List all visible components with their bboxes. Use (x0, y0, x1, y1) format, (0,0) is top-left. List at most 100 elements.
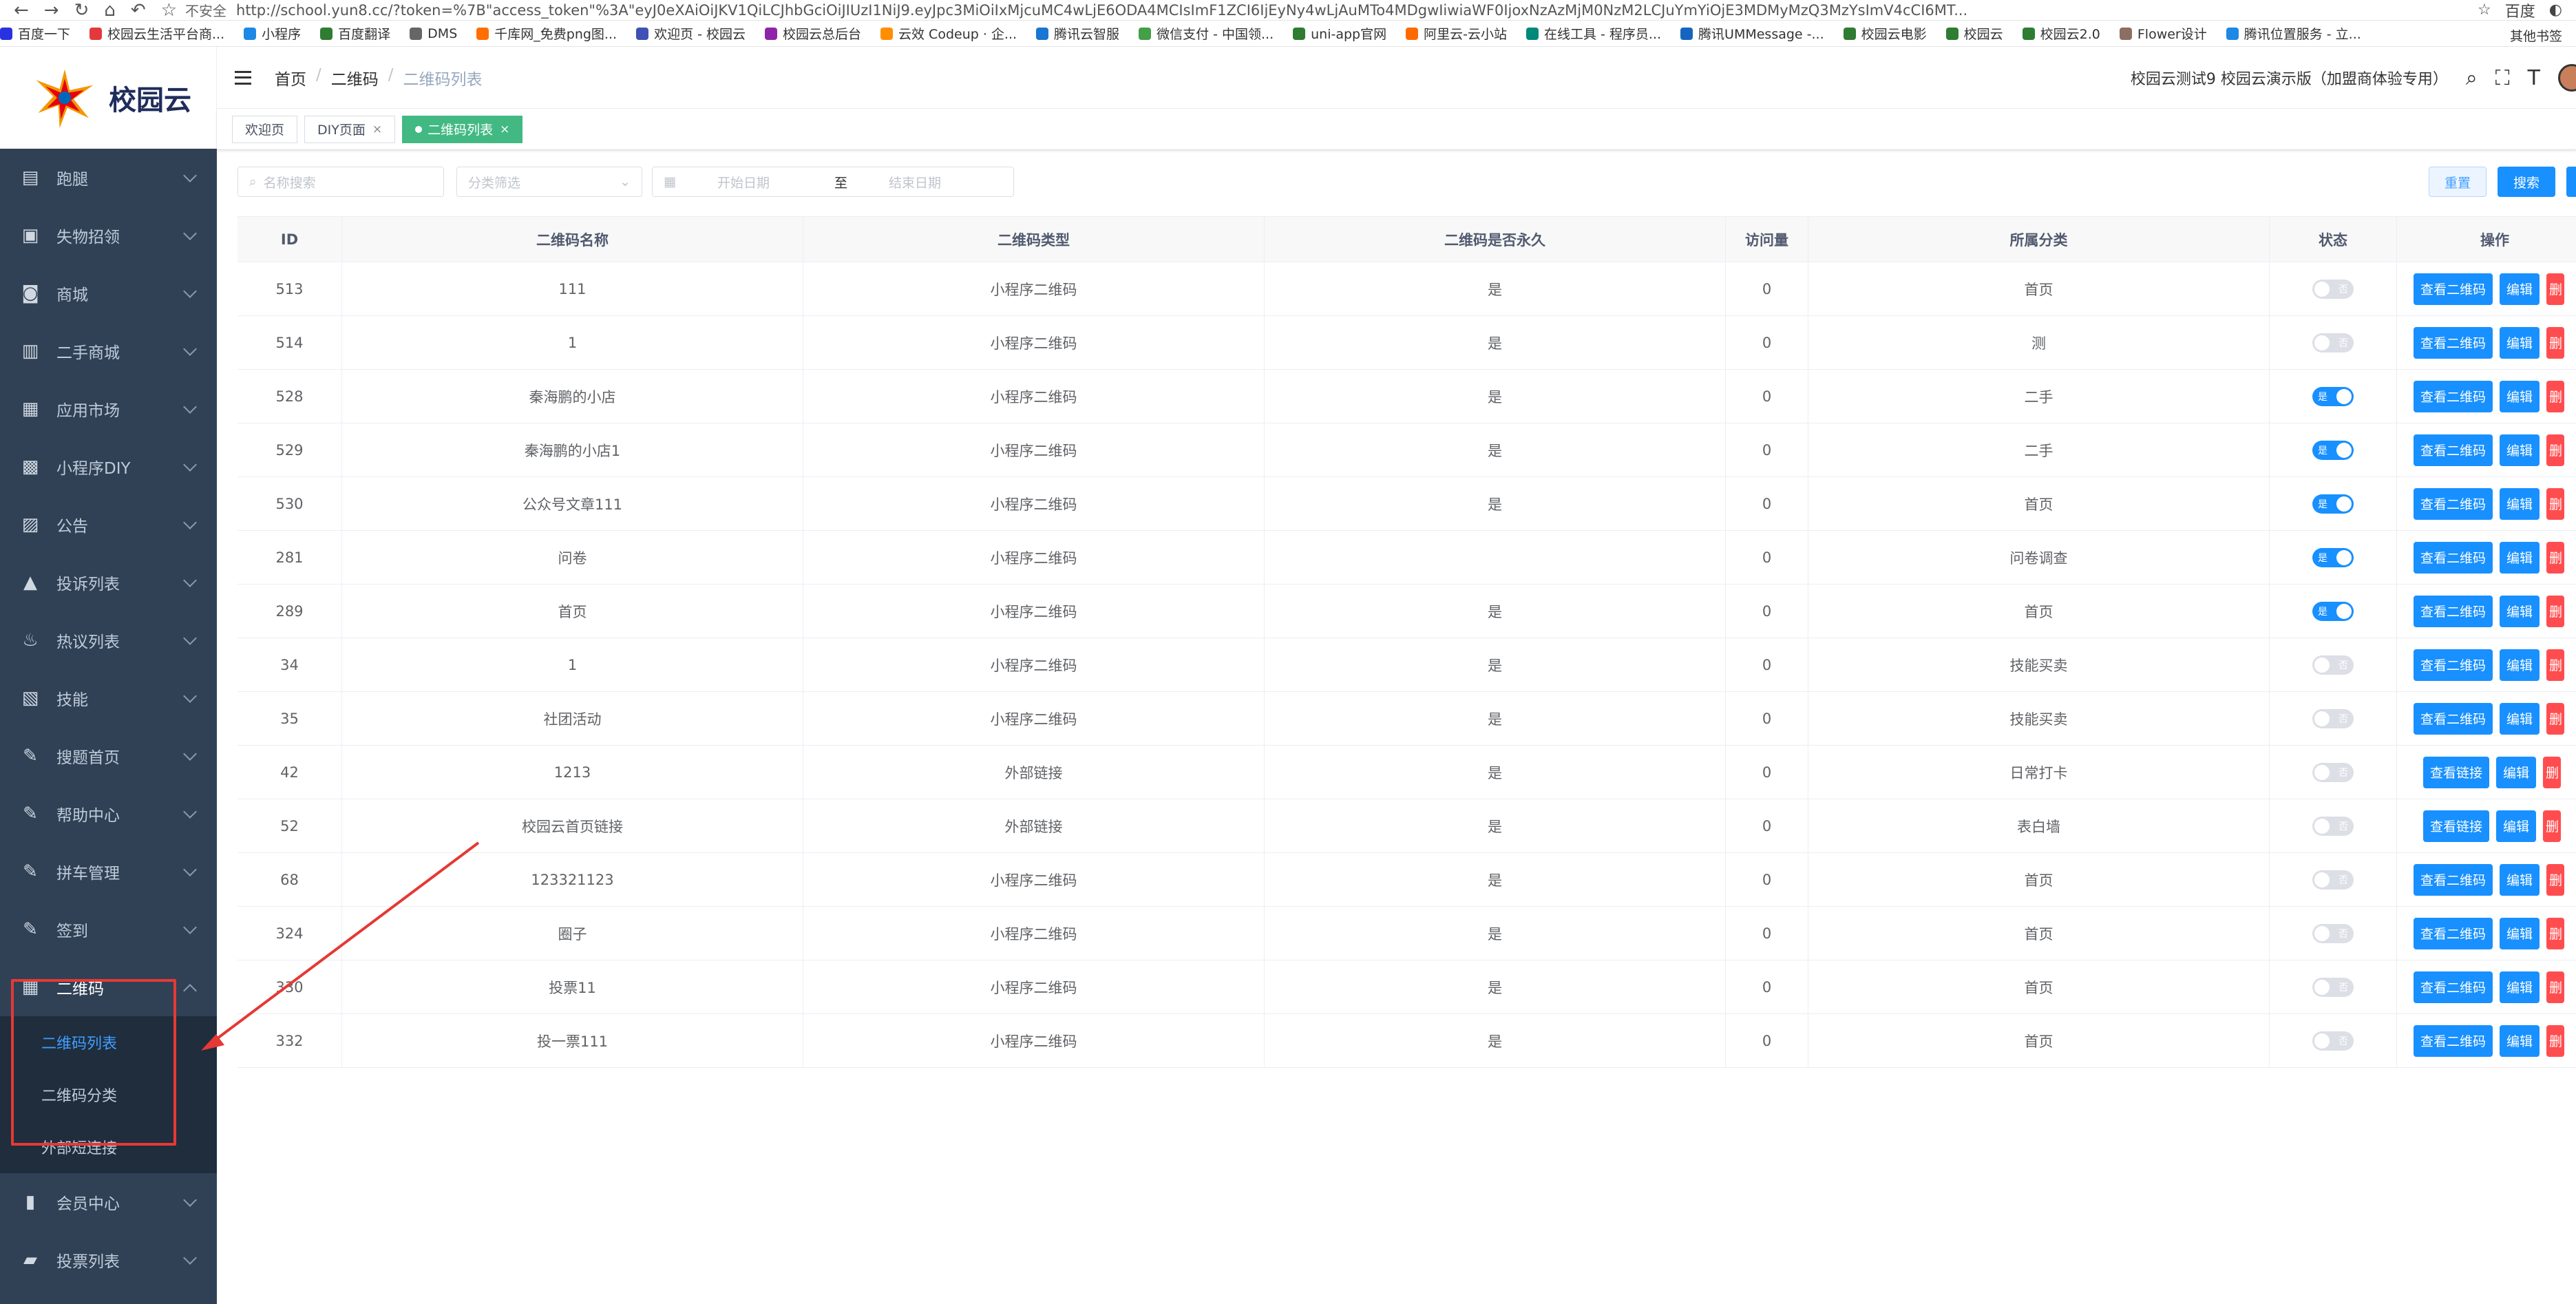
sidebar-item[interactable]: ▩ 小程序DIY (0, 438, 217, 496)
tab-1[interactable]: DIY页面 × (304, 115, 396, 143)
delete-button[interactable]: 删 (2546, 380, 2565, 412)
status-switch[interactable]: 是 (2312, 440, 2354, 460)
delete-button[interactable]: 删 (2546, 326, 2565, 359)
breadcrumb-home[interactable]: 首页 (275, 66, 306, 90)
view-qrcode-button[interactable]: 查看二维码 (2414, 326, 2493, 359)
view-qrcode-button[interactable]: 查看二维码 (2414, 917, 2493, 949)
sidebar-item[interactable]: ▰ 投票列表 (0, 1231, 217, 1289)
profile-icon[interactable]: ◐ (2549, 1, 2562, 19)
undo-icon[interactable]: ↶ (131, 0, 146, 21)
bookmark-star-icon[interactable]: ☆ (2478, 1, 2491, 19)
edit-button[interactable]: 编辑 (2500, 380, 2540, 412)
bookmark-item[interactable]: 欢迎页 - 校园云 (636, 24, 746, 43)
status-switch[interactable]: 否 (2312, 279, 2354, 299)
view-qrcode-button[interactable]: 查看二维码 (2414, 971, 2493, 1003)
close-icon[interactable]: × (372, 123, 382, 136)
sidebar-item[interactable]: ▦ 二维码 (0, 958, 217, 1016)
view-qrcode-button[interactable]: 查看二维码 (2414, 541, 2493, 574)
sidebar-item[interactable]: ▨ 公告 (0, 496, 217, 554)
bookmark-item[interactable]: 千库网_免费png图... (476, 24, 617, 43)
edit-button[interactable]: 编辑 (2500, 702, 2540, 735)
edit-button[interactable]: 编辑 (2500, 541, 2540, 574)
home-icon[interactable]: ⌂ (104, 0, 116, 21)
tab-0[interactable]: 欢迎页 (232, 115, 298, 143)
edit-button[interactable]: 编辑 (2500, 595, 2540, 627)
submenu-item[interactable]: 二维码分类 (0, 1069, 217, 1121)
avatar[interactable] (2558, 64, 2576, 92)
sidebar-item[interactable]: ✎ 帮助中心 (0, 785, 217, 843)
view-qrcode-button[interactable]: 查看二维码 (2414, 434, 2493, 466)
bookmark-item[interactable]: 校园云生活平台商... (89, 24, 224, 43)
back-icon[interactable]: ← (14, 0, 29, 21)
name-search-input[interactable]: ⌕ 名称搜索 (237, 167, 444, 197)
view-qrcode-button[interactable]: 查看二维码 (2414, 649, 2493, 681)
delete-button[interactable]: 删 (2546, 917, 2565, 949)
sidebar-item[interactable]: ▧ 技能 (0, 669, 217, 727)
edit-button[interactable]: 编辑 (2500, 863, 2540, 896)
status-switch[interactable]: 是 (2312, 547, 2354, 567)
bookmark-item[interactable]: 腾讯UMMessage -... (1680, 24, 1824, 43)
fullscreen-icon[interactable]: ⛶ (2495, 66, 2510, 90)
star-icon[interactable]: ☆ (161, 0, 177, 21)
view-qrcode-button[interactable]: 查看链接 (2423, 810, 2490, 842)
reload-icon[interactable]: ↻ (74, 0, 89, 21)
status-switch[interactable]: 否 (2312, 655, 2354, 675)
view-qrcode-button[interactable]: 查看二维码 (2414, 380, 2493, 412)
bookmark-item[interactable]: 腾讯云智服 (1036, 24, 1119, 43)
search-icon[interactable]: ⌕ (2466, 66, 2478, 90)
status-switch[interactable]: 是 (2312, 386, 2354, 406)
delete-button[interactable]: 删 (2543, 810, 2562, 842)
breadcrumb-qrcode[interactable]: 二维码 (331, 66, 379, 90)
sidebar-item[interactable]: ♨ 热议列表 (0, 611, 217, 669)
bookmark-item[interactable]: 阿里云-云小站 (1406, 24, 1507, 43)
edit-button[interactable]: 编辑 (2500, 273, 2540, 305)
category-select[interactable]: 分类筛选 ⌄ (456, 167, 642, 197)
view-qrcode-button[interactable]: 查看二维码 (2414, 273, 2493, 305)
forward-icon[interactable]: → (44, 0, 59, 21)
bookmark-item[interactable]: 百度一下 (0, 24, 70, 43)
edit-button[interactable]: 编辑 (2500, 434, 2540, 466)
sidebar-item[interactable]: ▣ 失物招领 (0, 207, 217, 264)
delete-button[interactable]: 删 (2546, 434, 2565, 466)
view-qrcode-button[interactable]: 查看二维码 (2414, 487, 2493, 520)
search-engine-label[interactable]: 百度 (2505, 0, 2535, 21)
tab-2[interactable]: 二维码列表 × (402, 115, 523, 143)
delete-button[interactable]: 删 (2546, 541, 2565, 574)
date-range-picker[interactable]: ▦ 开始日期 至 结束日期 (652, 167, 1014, 197)
bookmark-item[interactable]: uni-app官网 (1293, 24, 1386, 43)
status-switch[interactable]: 是 (2312, 494, 2354, 514)
sidebar-item[interactable]: ▦ 应用市场 (0, 380, 217, 438)
status-switch[interactable]: 否 (2312, 870, 2354, 890)
edit-button[interactable]: 编辑 (2496, 810, 2537, 842)
view-qrcode-button[interactable]: 查看二维码 (2414, 702, 2493, 735)
sidebar-item[interactable]: ✎ 拼车管理 (0, 843, 217, 901)
status-switch[interactable]: 是 (2312, 601, 2354, 621)
submenu-item[interactable]: 二维码列表 (0, 1016, 217, 1069)
bookmark-item[interactable]: 校园云电影 (1843, 24, 1927, 43)
add-button[interactable] (2566, 167, 2576, 197)
status-switch[interactable]: 否 (2312, 1031, 2354, 1051)
bookmark-item[interactable]: Flower设计 (2119, 24, 2207, 43)
status-switch[interactable]: 否 (2312, 762, 2354, 782)
delete-button[interactable]: 删 (2546, 487, 2565, 520)
bookmark-item[interactable]: 校园云2.0 (2022, 24, 2100, 43)
view-qrcode-button[interactable]: 查看链接 (2423, 756, 2490, 788)
delete-button[interactable]: 删 (2546, 273, 2565, 305)
bookmark-item[interactable]: 在线工具 - 程序员... (1525, 24, 1661, 43)
bookmark-item[interactable]: 校园云 (1945, 24, 2003, 43)
font-size-icon[interactable]: T (2528, 66, 2540, 90)
edit-button[interactable]: 编辑 (2496, 756, 2537, 788)
sidebar-item[interactable]: ▤ 跑腿 (0, 149, 217, 207)
sidebar-item[interactable]: ✎ 签到 (0, 901, 217, 958)
status-switch[interactable]: 否 (2312, 708, 2354, 728)
delete-button[interactable]: 删 (2546, 971, 2565, 1003)
delete-button[interactable]: 删 (2546, 863, 2565, 896)
other-bookmarks[interactable]: 其他书签 (2510, 26, 2562, 45)
bookmark-item[interactable]: 校园云总后台 (765, 24, 861, 43)
hamburger-icon[interactable] (235, 70, 251, 85)
edit-button[interactable]: 编辑 (2500, 326, 2540, 359)
status-switch[interactable]: 否 (2312, 923, 2354, 943)
close-icon[interactable]: × (500, 123, 509, 136)
bookmark-item[interactable]: 云效 Codeup · 企... (880, 24, 1017, 43)
reset-button[interactable]: 重置 (2429, 167, 2487, 197)
